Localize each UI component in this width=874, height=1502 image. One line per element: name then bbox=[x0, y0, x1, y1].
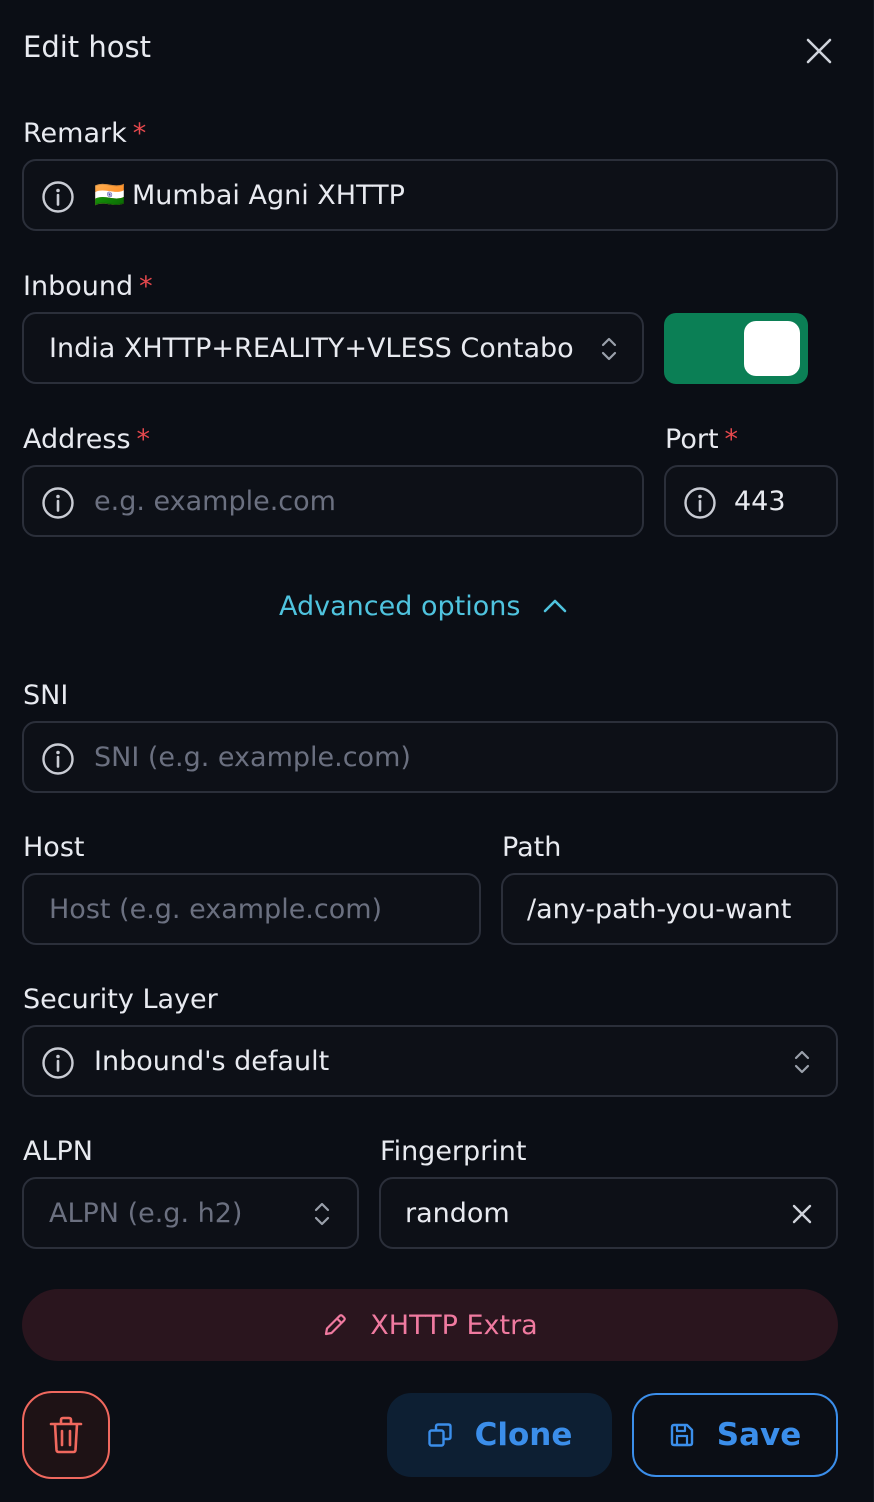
dialog-title: Edit host bbox=[23, 30, 151, 64]
required-marker: * bbox=[139, 271, 153, 302]
fingerprint-label: Fingerprint bbox=[380, 1136, 527, 1167]
port-label-text: Port bbox=[665, 424, 719, 455]
remark-label: Remark * bbox=[23, 118, 146, 149]
address-label-text: Address bbox=[23, 424, 131, 455]
inbound-enable-toggle[interactable] bbox=[664, 313, 808, 384]
alpn-select[interactable]: ALPN (e.g. h2) bbox=[22, 1177, 359, 1249]
alpn-placeholder: ALPN (e.g. h2) bbox=[49, 1198, 243, 1229]
fingerprint-select[interactable]: random bbox=[379, 1177, 838, 1249]
copy-icon bbox=[427, 1423, 452, 1447]
port-input[interactable]: 443 bbox=[664, 465, 838, 537]
advanced-options-label: Advanced options bbox=[279, 590, 521, 622]
path-input[interactable]: /any-path-you-want bbox=[501, 873, 838, 945]
xhttp-extra-button[interactable]: XHTTP Extra bbox=[22, 1289, 838, 1361]
alpn-label: ALPN bbox=[23, 1136, 93, 1167]
india-flag-icon: 🇮🇳 bbox=[94, 180, 126, 209]
port-value: 443 bbox=[734, 486, 786, 517]
save-button[interactable]: Save bbox=[632, 1393, 838, 1477]
toggle-knob bbox=[744, 321, 800, 376]
save-label: Save bbox=[716, 1417, 802, 1453]
host-input[interactable]: Host (e.g. example.com) bbox=[22, 873, 481, 945]
chevron-updown-icon bbox=[601, 337, 617, 361]
chevron-updown-icon bbox=[314, 1202, 330, 1226]
port-label: Port * bbox=[665, 424, 738, 455]
delete-button[interactable] bbox=[22, 1391, 110, 1479]
info-icon[interactable] bbox=[41, 742, 75, 776]
address-label: Address * bbox=[23, 424, 150, 455]
inbound-value: India XHTTP+REALITY+VLESS Contabo bbox=[49, 333, 574, 364]
required-marker: * bbox=[132, 118, 147, 149]
security-layer-value: Inbound's default bbox=[94, 1046, 330, 1077]
required-marker: * bbox=[136, 424, 151, 455]
info-icon[interactable] bbox=[41, 486, 75, 520]
clone-button[interactable]: Clone bbox=[387, 1393, 612, 1477]
sni-placeholder: SNI (e.g. example.com) bbox=[94, 742, 411, 773]
remark-input[interactable]: 🇮🇳 Mumbai Agni XHTTP bbox=[22, 159, 838, 231]
chevron-up-icon bbox=[544, 599, 567, 613]
chevron-updown-icon bbox=[794, 1050, 810, 1074]
fingerprint-value: random bbox=[405, 1198, 510, 1229]
path-value: /any-path-you-want bbox=[527, 894, 792, 925]
clear-icon[interactable] bbox=[791, 1203, 813, 1225]
pencil-icon bbox=[325, 1314, 347, 1336]
host-label: Host bbox=[23, 832, 85, 863]
save-icon bbox=[670, 1423, 693, 1447]
security-layer-label: Security Layer bbox=[23, 984, 218, 1015]
inbound-select[interactable]: India XHTTP+REALITY+VLESS Contabo bbox=[22, 312, 644, 384]
remark-label-text: Remark bbox=[23, 118, 127, 149]
xhttp-extra-label: XHTTP Extra bbox=[370, 1309, 538, 1341]
close-icon[interactable] bbox=[804, 36, 834, 66]
info-icon[interactable] bbox=[683, 486, 717, 520]
trash-icon bbox=[49, 1416, 83, 1454]
path-label: Path bbox=[502, 832, 562, 863]
security-layer-select[interactable]: Inbound's default bbox=[22, 1025, 838, 1097]
info-icon[interactable] bbox=[41, 1046, 75, 1080]
required-marker: * bbox=[724, 424, 739, 455]
advanced-options-toggle[interactable]: Advanced options bbox=[279, 588, 568, 624]
host-placeholder: Host (e.g. example.com) bbox=[49, 894, 383, 925]
address-placeholder: e.g. example.com bbox=[94, 486, 336, 517]
remark-value: Mumbai Agni XHTTP bbox=[132, 180, 405, 211]
inbound-label: Inbound * bbox=[23, 271, 153, 302]
sni-label: SNI bbox=[23, 680, 69, 711]
edit-host-dialog: Edit host Remark * 🇮🇳 Mumbai Agni XHTTP I… bbox=[0, 0, 874, 1502]
clone-label: Clone bbox=[474, 1417, 573, 1453]
sni-input[interactable]: SNI (e.g. example.com) bbox=[22, 721, 838, 793]
address-input[interactable]: e.g. example.com bbox=[22, 465, 644, 537]
inbound-label-text: Inbound bbox=[23, 271, 134, 302]
info-icon[interactable] bbox=[41, 180, 75, 214]
